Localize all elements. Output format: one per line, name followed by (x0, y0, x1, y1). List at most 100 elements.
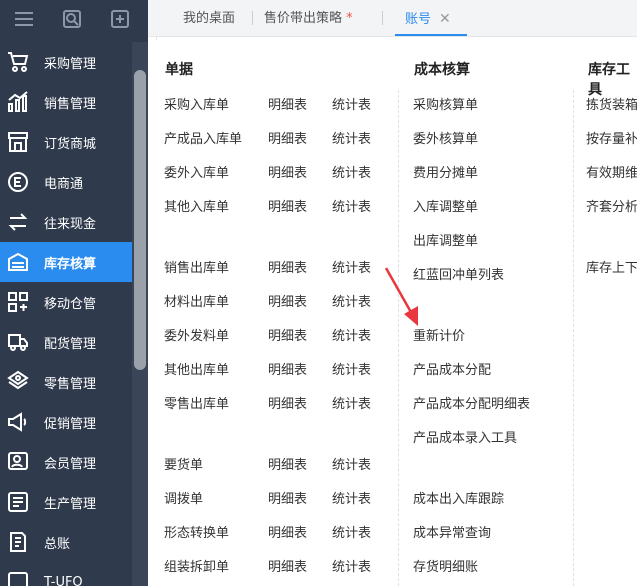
detail-report-link[interactable]: 明细表 (268, 359, 307, 378)
sidebar-toolbar (0, 0, 148, 42)
report-icon (4, 569, 32, 586)
stats-report-link[interactable]: 统计表 (332, 291, 371, 310)
sidebar-item-label: 库存核算 (44, 256, 97, 272)
inventory-tool-link[interactable]: 齐套分析 (586, 196, 637, 215)
stats-report-link[interactable]: 统计表 (332, 196, 371, 215)
inventory-tool-link[interactable]: 按存量补 (586, 128, 637, 147)
sidebar-item-cash[interactable]: 往来现金 (0, 202, 132, 242)
inventory-tool-link[interactable]: 有效期维 (586, 162, 637, 181)
document-link[interactable]: 要货单 (164, 454, 203, 473)
sidebar-item-label: 采购管理 (44, 56, 97, 72)
cost-accounting-link[interactable]: 产品成本录入工具 (413, 427, 517, 446)
document-link[interactable]: 其他出库单 (164, 359, 229, 378)
detail-report-link[interactable]: 明细表 (268, 291, 307, 310)
cost-accounting-link[interactable]: 成本出入库跟踪 (413, 488, 504, 507)
detail-report-link[interactable]: 明细表 (268, 325, 307, 344)
stats-report-link[interactable]: 统计表 (332, 393, 371, 412)
sidebar-item-label: 移动仓管 (44, 296, 97, 312)
document-link[interactable]: 其他入库单 (164, 196, 229, 215)
cost-accounting-link[interactable]: 入库调整单 (413, 196, 478, 215)
detail-report-link[interactable]: 明细表 (268, 128, 307, 147)
stats-report-link[interactable]: 统计表 (332, 488, 371, 507)
cost-accounting-link[interactable]: 出库调整单 (413, 230, 478, 249)
sidebar-item-retail[interactable]: 零售管理 (0, 362, 132, 402)
sidebar-item-label: 生产管理 (44, 496, 97, 512)
inventory-tool-link[interactable]: 库存上下 (586, 257, 637, 276)
tab-price-strategy[interactable]: 售价带出策略 * (264, 0, 353, 34)
column-divider (573, 90, 574, 586)
sidebar-scrollbar-thumb[interactable] (134, 70, 146, 370)
stats-report-link[interactable]: 统计表 (332, 359, 371, 378)
column-divider (398, 90, 399, 586)
sidebar-item-label: 会员管理 (44, 456, 97, 472)
add-window-icon[interactable] (96, 9, 144, 34)
cost-accounting-link[interactable]: 产品成本分配明细表 (413, 393, 530, 412)
sidebar-item-label: 电商通 (44, 176, 84, 192)
stats-report-link[interactable]: 统计表 (332, 162, 371, 181)
sidebar-item-label: 订货商城 (44, 136, 97, 152)
detail-report-link[interactable]: 明细表 (268, 94, 307, 113)
document-link[interactable]: 形态转换单 (164, 522, 229, 541)
stats-report-link[interactable]: 统计表 (332, 556, 371, 575)
cost-accounting-link[interactable]: 存货明细账 (413, 556, 478, 575)
menu-icon[interactable] (0, 11, 48, 32)
section-title-inventory-tools: 库存工具 (588, 62, 630, 98)
sidebar-item-label: 配货管理 (44, 336, 97, 352)
document-link[interactable]: 零售出库单 (164, 393, 229, 412)
stats-report-link[interactable]: 统计表 (332, 454, 371, 473)
member-icon (4, 449, 32, 475)
cost-accounting-link[interactable]: 成本异常查询 (413, 522, 491, 541)
sidebar-item-ledger[interactable]: 总账 (0, 522, 132, 562)
document-link[interactable]: 销售出库单 (164, 257, 229, 276)
cost-accounting-link[interactable]: 委外核算单 (413, 128, 478, 147)
detail-report-link[interactable]: 明细表 (268, 488, 307, 507)
stats-report-link[interactable]: 统计表 (332, 522, 371, 541)
detail-report-link[interactable]: 明细表 (268, 393, 307, 412)
sidebar-item-member[interactable]: 会员管理 (0, 442, 132, 482)
sidebar-item-distribution[interactable]: 配货管理 (0, 322, 132, 362)
detail-report-link[interactable]: 明细表 (268, 257, 307, 276)
sidebar-item-sales[interactable]: 销售管理 (0, 82, 132, 122)
tab-separator (252, 11, 253, 25)
sidebar-item-mobile-warehouse[interactable]: 移动仓管 (0, 282, 132, 322)
truck-icon (4, 329, 32, 355)
megaphone-icon (4, 409, 32, 435)
search-icon[interactable] (48, 9, 96, 34)
document-link[interactable]: 材料出库单 (164, 291, 229, 310)
sidebar-item-production[interactable]: 生产管理 (0, 482, 132, 522)
stats-report-link[interactable]: 统计表 (332, 128, 371, 147)
cost-accounting-link[interactable]: 产品成本分配 (413, 359, 491, 378)
sidebar-item-store[interactable]: 订货商城 (0, 122, 132, 162)
document-link[interactable]: 产成品入库单 (164, 128, 242, 147)
sidebar-item-label: 总账 (44, 536, 71, 552)
cost-accounting-link[interactable]: 采购核算单 (413, 94, 478, 113)
inventory-icon (4, 249, 32, 275)
exchange-icon (4, 209, 32, 235)
tab-my-desktop[interactable]: 我的桌面 (183, 0, 235, 34)
inventory-tool-link[interactable]: 拣货装箱 (586, 94, 637, 113)
detail-report-link[interactable]: 明细表 (268, 556, 307, 575)
cost-accounting-link[interactable]: 费用分摊单 (413, 162, 478, 181)
stats-report-link[interactable]: 统计表 (332, 94, 371, 113)
detail-report-link[interactable]: 明细表 (268, 162, 307, 181)
sidebar-item-ecommerce[interactable]: 电商通 (0, 162, 132, 202)
detail-report-link[interactable]: 明细表 (268, 454, 307, 473)
document-link[interactable]: 委外入库单 (164, 162, 229, 181)
sidebar-item-label: T-UFO (44, 574, 83, 586)
sidebar-item-t-ufo[interactable]: T-UFO (0, 562, 132, 586)
sidebar-item-purchase[interactable]: 采购管理 (0, 42, 132, 82)
document-link[interactable]: 调拨单 (164, 488, 203, 507)
annotation-arrow (384, 267, 418, 326)
detail-report-link[interactable]: 明细表 (268, 196, 307, 215)
document-link[interactable]: 采购入库单 (164, 94, 229, 113)
detail-report-link[interactable]: 明细表 (268, 522, 307, 541)
stats-report-link[interactable]: 统计表 (332, 325, 371, 344)
document-link[interactable]: 委外发料单 (164, 325, 229, 344)
sidebar-item-promotion[interactable]: 促销管理 (0, 402, 132, 442)
section-title-cost-accounting: 成本核算 (414, 62, 470, 78)
sidebar-item-inventory[interactable]: 库存核算 (0, 242, 132, 282)
close-icon[interactable]: ✕ (439, 11, 451, 27)
stats-report-link[interactable]: 统计表 (332, 257, 371, 276)
tab-account[interactable]: 账号 ✕ (395, 0, 467, 36)
document-link[interactable]: 组装拆卸单 (164, 556, 229, 575)
